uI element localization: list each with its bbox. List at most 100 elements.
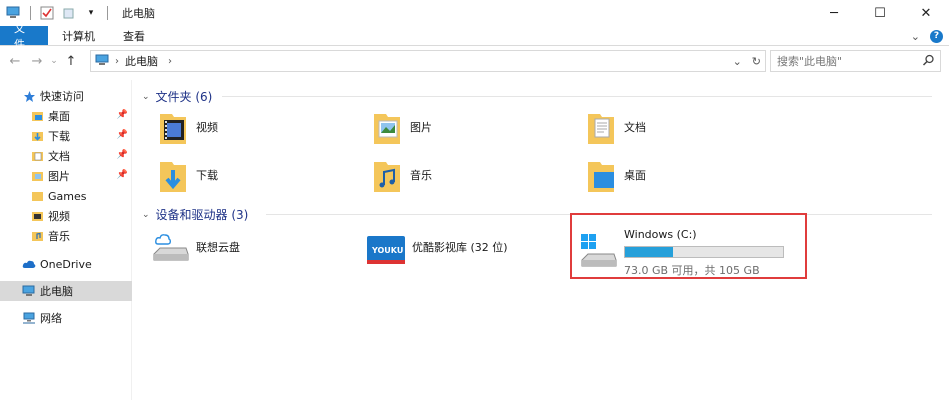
nav-desktop[interactable]: 桌面 📌 <box>0 106 132 126</box>
refresh-icon[interactable]: ↻ <box>752 55 761 68</box>
properties-check-icon[interactable] <box>39 5 55 21</box>
group-header-devices[interactable]: ⌄ 设备和驱动器 (3) <box>142 206 942 223</box>
up-arrow-icon[interactable]: ↑ <box>60 50 82 72</box>
youku-badge: YOUKU <box>372 246 404 255</box>
documents-folder-icon <box>30 149 44 163</box>
group-header-label: 文件夹 (6) <box>155 90 213 104</box>
videos-folder-icon <box>156 110 190 144</box>
videos-folder-icon <box>30 209 44 223</box>
new-folder-icon[interactable] <box>61 5 77 21</box>
cloud-drive-icon <box>152 230 190 264</box>
collapse-caret-icon[interactable]: ⌄ <box>142 92 150 102</box>
recent-locations-chevron-icon[interactable]: ⌄ <box>48 50 60 72</box>
nav-item-label: 桌面 <box>48 110 70 123</box>
nav-item-label: 音乐 <box>48 230 70 243</box>
group-header-folders[interactable]: ⌄ 文件夹 (6) <box>142 88 942 105</box>
ribbon-collapse-chevron-icon[interactable]: ⌄ <box>911 30 920 43</box>
nav-item-label: 网络 <box>40 312 62 325</box>
toolbar-separator <box>30 6 31 20</box>
tile-label: 优酷影视库 (32 位) <box>412 241 508 254</box>
music-folder-icon <box>30 229 44 243</box>
tile-label: 音乐 <box>410 169 432 182</box>
title-bar: ▾ 此电脑 ─ ☐ ✕ <box>0 0 949 26</box>
folder-tile-music[interactable]: 音乐 <box>370 158 432 192</box>
device-tile-lenovo-cloud[interactable]: 联想云盘 <box>152 230 240 264</box>
pin-icon[interactable]: 📌 <box>117 130 128 140</box>
nav-videos[interactable]: 视频 <box>0 206 132 226</box>
star-icon <box>22 89 36 103</box>
pin-icon[interactable]: 📌 <box>117 170 128 180</box>
tile-label: 图片 <box>410 121 432 134</box>
nav-item-label: 视频 <box>48 210 70 223</box>
download-folder-icon <box>156 158 190 192</box>
folder-tile-downloads[interactable]: 下载 <box>156 158 218 192</box>
ribbon-tabs: 文件 计算机 查看 ⌄ ? <box>0 22 949 51</box>
nav-item-label: 图片 <box>48 170 70 183</box>
close-button[interactable]: ✕ <box>903 0 949 26</box>
group-header-label: 设备和驱动器 (3) <box>155 208 249 222</box>
window-title: 此电脑 <box>122 7 155 20</box>
nav-item-label: Games <box>48 189 87 203</box>
nav-onedrive[interactable]: OneDrive <box>0 254 132 274</box>
nav-quick-access[interactable]: 快速访问 <box>0 86 132 106</box>
breadcrumb-chevron-icon[interactable]: › <box>115 56 119 67</box>
nav-network[interactable]: 网络 <box>0 308 132 328</box>
desktop-folder-icon <box>584 158 618 192</box>
network-icon <box>22 311 36 325</box>
nav-this-pc[interactable]: 此电脑 <box>0 281 132 301</box>
back-arrow-icon[interactable]: ← <box>4 50 26 72</box>
nav-pictures[interactable]: 图片 📌 <box>0 166 132 186</box>
nav-item-label: 快速访问 <box>40 90 84 103</box>
address-bar[interactable]: › 此电脑 › ⌄ ↻ <box>90 50 766 72</box>
forward-arrow-icon[interactable]: → <box>26 50 48 72</box>
tile-label: 桌面 <box>624 169 646 182</box>
folder-tile-documents[interactable]: 文档 <box>584 110 646 144</box>
computer-icon <box>22 284 36 298</box>
nav-item-label: OneDrive <box>40 257 92 271</box>
collapse-caret-icon[interactable]: ⌄ <box>142 210 150 220</box>
folder-icon <box>30 189 44 203</box>
address-dropdown-chevron-icon[interactable]: ⌄ <box>733 55 742 68</box>
tile-label: 视频 <box>196 121 218 134</box>
download-folder-icon <box>30 129 44 143</box>
tab-view[interactable]: 查看 <box>109 26 159 45</box>
pin-icon[interactable]: 📌 <box>117 110 128 120</box>
nav-documents[interactable]: 文档 📌 <box>0 146 132 166</box>
nav-item-label: 文档 <box>48 150 70 163</box>
pictures-folder-icon <box>30 169 44 183</box>
tab-file[interactable]: 文件 <box>0 22 48 51</box>
nav-item-label: 此电脑 <box>40 285 73 298</box>
folder-tile-videos[interactable]: 视频 <box>156 110 218 144</box>
help-icon[interactable]: ? <box>930 29 943 43</box>
onedrive-cloud-icon <box>22 257 36 271</box>
minimize-button[interactable]: ─ <box>811 0 857 26</box>
tab-computer[interactable]: 计算机 <box>48 26 109 45</box>
nav-games[interactable]: Games <box>0 186 132 206</box>
group-divider <box>222 96 932 97</box>
folder-tile-pictures[interactable]: 图片 <box>370 110 432 144</box>
search-placeholder: 搜索"此电脑" <box>777 55 843 68</box>
tile-label: 文档 <box>624 121 646 134</box>
breadcrumb-this-pc[interactable]: 此电脑 <box>125 53 158 69</box>
tile-label: 下载 <box>196 169 218 182</box>
maximize-button[interactable]: ☐ <box>857 0 903 26</box>
highlight-box <box>570 213 807 279</box>
folder-tile-desktop[interactable]: 桌面 <box>584 158 646 192</box>
content-pane: ⌄ 文件夹 (6) 视频 图片 文档 下载 音乐 桌面 ⌄ 设备和驱动器 (3)… <box>134 80 949 400</box>
device-tile-youku[interactable]: YOUKU 优酷影视库 (32 位) <box>366 230 508 264</box>
pin-icon[interactable]: 📌 <box>117 150 128 160</box>
breadcrumb-chevron-icon[interactable]: › <box>168 56 172 67</box>
pictures-folder-icon <box>370 110 404 144</box>
desktop-folder-icon <box>30 109 44 123</box>
search-input[interactable]: 搜索"此电脑" <box>770 50 941 72</box>
navigation-bar: ← → ⌄ ↑ › 此电脑 › ⌄ ↻ 搜索"此电脑" <box>0 48 949 74</box>
tile-label: 联想云盘 <box>196 241 240 254</box>
nav-downloads[interactable]: 下载 📌 <box>0 126 132 146</box>
search-icon <box>922 54 935 70</box>
nav-item-label: 下载 <box>48 130 70 143</box>
music-folder-icon <box>370 158 404 192</box>
documents-folder-icon <box>584 110 618 144</box>
nav-music[interactable]: 音乐 <box>0 226 132 246</box>
toolbar-separator <box>107 6 108 20</box>
customize-toolbar-chevron-icon[interactable]: ▾ <box>83 5 99 21</box>
